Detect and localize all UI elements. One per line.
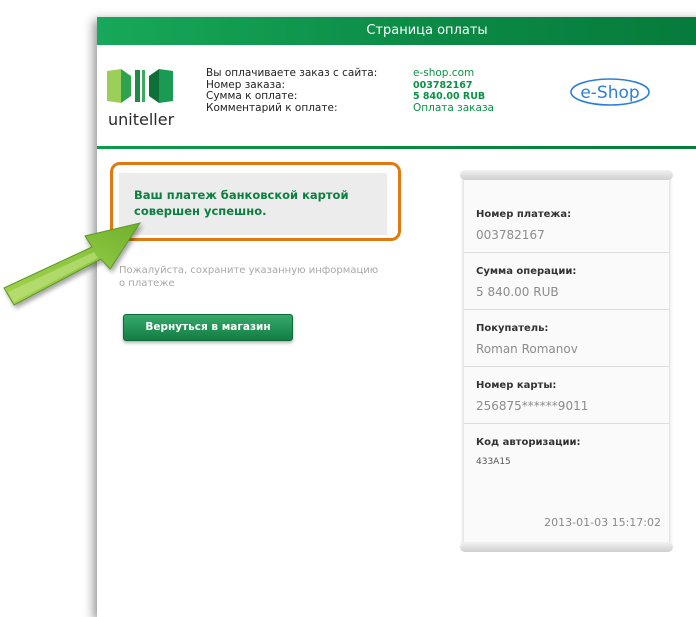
payment-page: Страница оплаты uniteller Вы оплачиваете… (97, 17, 696, 617)
receipt-value: 256875******9011 (476, 399, 589, 413)
note-line-2: о платеже (119, 278, 175, 289)
payment-receipt: Номер платежа: 003782167 Сумма операции:… (460, 170, 673, 552)
label-comment: Комментарий к оплате: (206, 101, 338, 114)
arrow-icon (3, 222, 142, 306)
value-amount: 5 840.00 RUB (413, 91, 486, 102)
receipt-roll-top (460, 170, 673, 180)
eshop-logo: e-Shop (570, 78, 650, 106)
receipt-value: 5 840.00 RUB (476, 285, 559, 299)
value-order-number: 003782167 (413, 79, 473, 91)
note-line-1: Пожалуйста, сохраните указанную информац… (119, 265, 379, 276)
receipt-label: Номер платежа: (476, 209, 572, 220)
receipt-label: Код авторизации: (476, 437, 581, 448)
receipt-value: Roman Romanov (476, 342, 578, 356)
label-amount: Сумма к оплате: (206, 90, 298, 102)
receipt-label: Покупатель: (476, 323, 549, 334)
receipt-separator (464, 252, 669, 253)
order-info-values: e-shop.com 003782167 5 840.00 RUB Оплата… (413, 67, 494, 114)
receipt-label: Номер карты: (476, 380, 557, 391)
value-site[interactable]: e-shop.com (413, 67, 494, 80)
receipt-value: 003782167 (476, 228, 545, 242)
receipt-label: Сумма операции: (476, 266, 577, 277)
uniteller-logo-icon (107, 69, 173, 103)
page-title: Страница оплаты (97, 17, 696, 45)
save-info-note: Пожалуйста, сохраните указанную информац… (119, 264, 399, 290)
label-site: Вы оплачиваете заказ с сайта: (206, 67, 378, 79)
order-info-labels: Вы оплачиваете заказ с сайта: Номер зака… (206, 67, 378, 114)
eshop-logo-text: e-Shop (580, 83, 639, 103)
value-comment: Оплата заказа (413, 101, 494, 114)
header-divider (97, 146, 696, 149)
receipt-separator (464, 366, 669, 367)
receipt-separator (464, 423, 669, 424)
receipt-datetime: 2013-01-03 15:17:02 (544, 516, 661, 529)
receipt-value: 433A15 (476, 457, 511, 467)
receipt-separator (464, 309, 669, 310)
uniteller-logo-text: uniteller (108, 110, 175, 129)
return-to-shop-button[interactable]: Вернуться в магазин (123, 314, 293, 341)
receipt-roll-bottom (460, 542, 673, 552)
